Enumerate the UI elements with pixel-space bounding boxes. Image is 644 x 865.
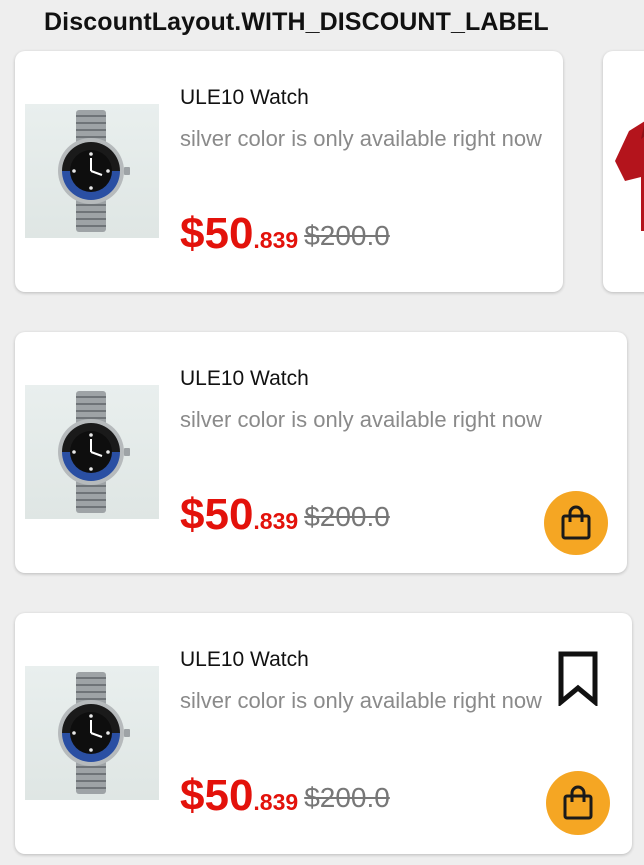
product-description: silver color is only available right now	[180, 688, 542, 713]
product-title: ULE10 Watch	[180, 367, 309, 390]
product-title: ULE10 Watch	[180, 648, 309, 671]
red-shirt-image	[615, 121, 644, 231]
price-row: $50.839 $200.0	[180, 490, 390, 550]
shopping-bag-icon	[561, 505, 591, 540]
product-description: silver color is only available right now	[180, 126, 542, 151]
discount-price-cents: .839	[253, 227, 299, 253]
discount-price: $50	[180, 490, 254, 539]
original-price: $200.0	[304, 501, 390, 532]
product-card[interactable]: ULE10 Watch silver color is only availab…	[15, 332, 627, 573]
price-row: $50.839 $200.0	[180, 209, 390, 269]
bookmark-icon[interactable]	[555, 650, 601, 706]
product-card-partial[interactable]	[603, 51, 644, 292]
product-card[interactable]: ULE10 Watch silver color is only availab…	[15, 51, 563, 292]
watch-image	[25, 666, 159, 800]
layout-heading: DiscountLayout.WITH_DISCOUNT_LABEL	[44, 8, 549, 36]
product-title: ULE10 Watch	[180, 86, 309, 109]
product-card[interactable]: ULE10 Watch silver color is only availab…	[15, 613, 632, 854]
add-to-cart-button[interactable]	[544, 491, 608, 555]
watch-image	[25, 104, 159, 238]
discount-price-cents: .839	[253, 508, 299, 534]
discount-price: $50	[180, 771, 254, 820]
original-price: $200.0	[304, 782, 390, 813]
add-to-cart-button[interactable]	[546, 771, 610, 835]
price-row: $50.839 $200.0	[180, 771, 390, 831]
discount-price: $50	[180, 209, 254, 258]
original-price: $200.0	[304, 220, 390, 251]
watch-image	[25, 385, 159, 519]
discount-price-cents: .839	[253, 789, 299, 815]
shopping-bag-icon	[563, 785, 593, 820]
product-description: silver color is only available right now	[180, 407, 542, 432]
